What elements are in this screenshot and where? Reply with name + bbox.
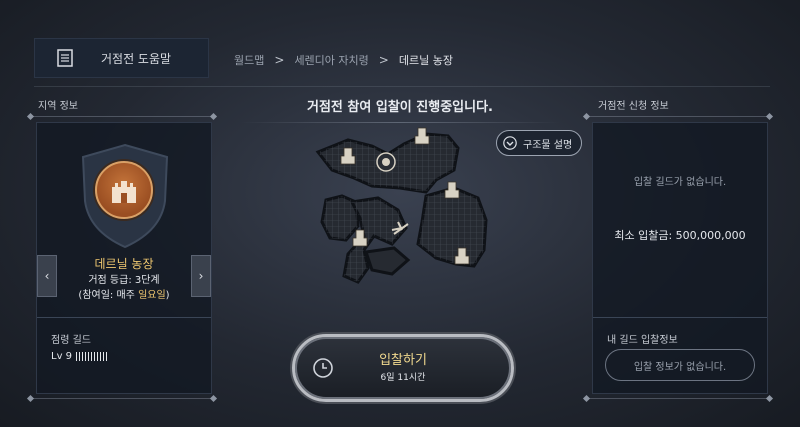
divider-ornament: [209, 112, 218, 121]
participation-day: (참여일: 매주 일요일): [37, 286, 211, 301]
breadcrumb: 월드맵 > 세렌디아 자치령 > 데르닐 농장: [234, 52, 453, 68]
divider-ornament: [582, 112, 591, 121]
structure-info-label: 구조물 설명: [523, 139, 573, 151]
bid-button[interactable]: 입찰하기 6일 11시간: [292, 334, 514, 402]
region-grade: 거점 등급: 3단계: [88, 275, 160, 286]
divider: [586, 398, 770, 399]
my-guild-bid-info[interactable]: 입찰 정보가 없습니다.: [605, 349, 755, 381]
divider-ornament: [582, 394, 591, 403]
divider-ornament: [26, 112, 35, 121]
document-icon: [57, 49, 73, 67]
participation-day-prefix: (참여일: 매주: [78, 290, 139, 301]
divider: [30, 398, 214, 399]
bid-remaining-time: 6일 11시간: [380, 373, 426, 383]
region-name: 데르닐 농장: [94, 257, 154, 271]
breadcrumb-separator: >: [274, 53, 285, 67]
chevron-down-icon: [503, 136, 517, 150]
divider-ornament: [765, 394, 774, 403]
participation-day-suffix: ): [165, 290, 170, 301]
my-guild-bid-label: 내 길드 입찰정보: [607, 335, 678, 346]
divider-ornament: [765, 112, 774, 121]
bid-button-label: 입찰하기: [379, 353, 427, 368]
occupy-guild-value: Lv 9: [51, 351, 109, 362]
guild-name-redacted: [76, 352, 109, 361]
region-info-panel: ‹ › 데르닐 농장 거점 등급: 3단계 (참여일: 매주 일요일) 점령 길…: [36, 122, 212, 394]
node-map: [315, 127, 488, 284]
right-panel-title: 거점전 신청 정보: [598, 101, 669, 112]
occupy-guild-level: Lv 9: [51, 351, 73, 362]
breadcrumb-item-worldmap[interactable]: 월드맵: [234, 52, 264, 68]
divider-ornament: [209, 394, 218, 403]
panel-divider: [37, 317, 211, 318]
bid-status-title: 거점전 참여 입찰이 진행중입니다.: [307, 100, 493, 115]
no-bid-message: 입찰 길드가 없습니다.: [633, 177, 727, 188]
bid-info-panel: 입찰 길드가 없습니다. 최소 입찰금: 500,000,000 내 길드 입찰…: [592, 122, 768, 394]
minimum-bid: 최소 입찰금: 500,000,000: [614, 229, 746, 242]
panel-divider: [593, 317, 767, 318]
participation-day-highlight: 일요일: [138, 290, 166, 301]
breadcrumb-item-current: 데르닐 농장: [398, 54, 453, 67]
divider: [586, 116, 770, 117]
divider: [30, 116, 214, 117]
header-divider: [34, 86, 770, 87]
structure-info-button[interactable]: 구조물 설명: [496, 130, 582, 156]
help-label: 거점전 도움말: [101, 51, 172, 66]
castle-emblem-icon: [95, 161, 153, 219]
breadcrumb-item-territory[interactable]: 세렌디아 자치령: [294, 52, 368, 68]
breadcrumb-separator: >: [378, 53, 389, 67]
help-button[interactable]: 거점전 도움말: [34, 38, 209, 78]
divider-ornament: [26, 394, 35, 403]
occupy-guild-label: 점령 길드: [51, 335, 91, 346]
left-panel-title: 지역 정보: [38, 101, 78, 112]
